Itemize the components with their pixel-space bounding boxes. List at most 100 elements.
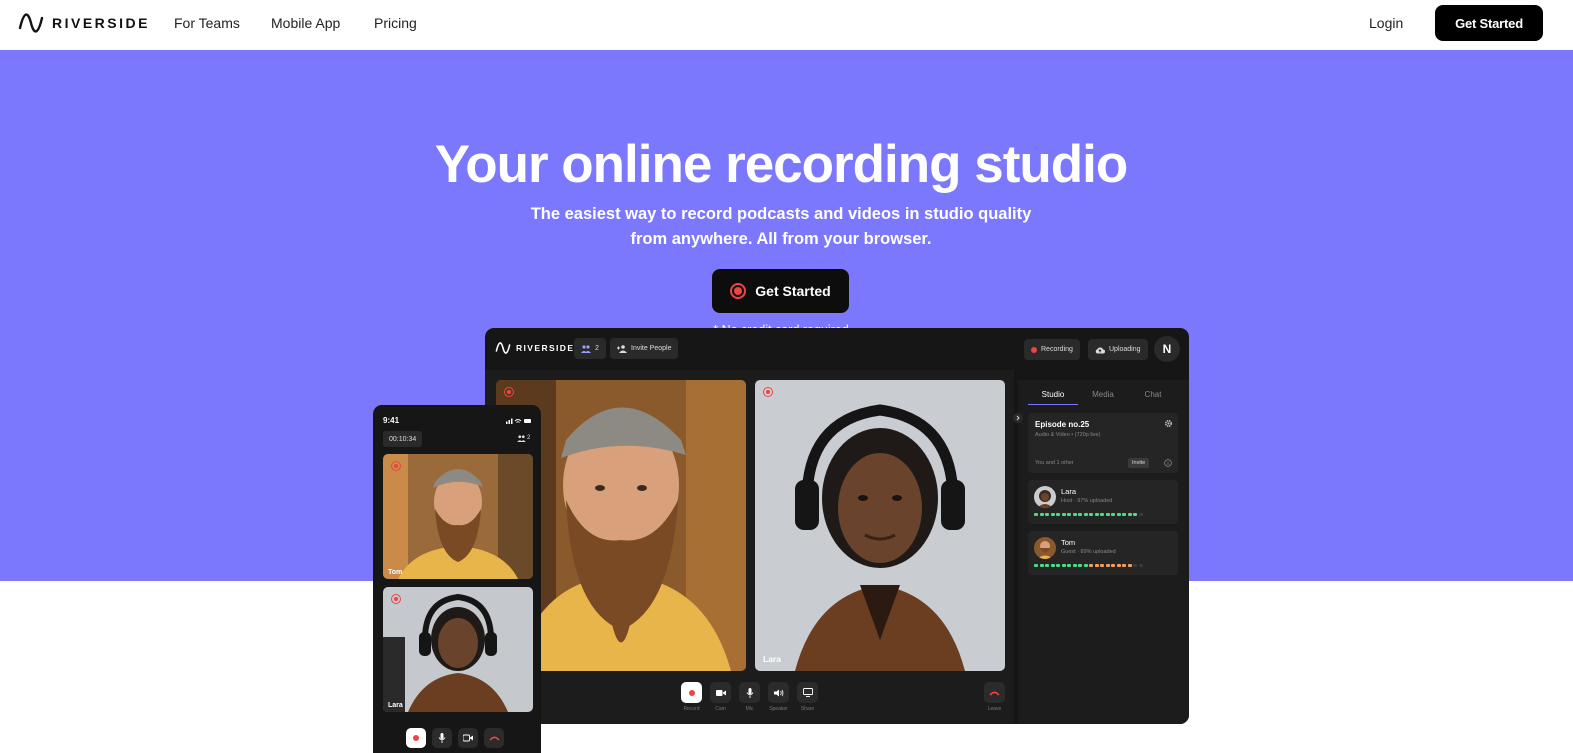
record-icon (688, 689, 695, 696)
participant-card-tom: Tom Guest · 89% uploaded (1028, 531, 1178, 575)
participants-count: 2 (527, 435, 531, 441)
gear-icon[interactable] (1164, 419, 1173, 428)
add-person-icon (617, 344, 627, 353)
phone-video-tile-tom: Tom (383, 454, 533, 579)
participant-status: Guest · 89% uploaded (1061, 549, 1116, 555)
invite-people-label: Invite People (631, 345, 672, 352)
tom-video-image (383, 454, 533, 579)
phone-controls (406, 728, 504, 748)
collapse-panel-icon[interactable] (1013, 413, 1023, 423)
control-label: Mic (745, 706, 754, 712)
recording-timer: 00:10:34 (383, 431, 423, 447)
mobile-app-preview: 9:41 00:10:34 2 Tom Lara (373, 405, 541, 753)
progress-segment (1083, 564, 1088, 567)
phone-record-button[interactable] (406, 728, 426, 748)
tab-studio[interactable]: Studio (1028, 390, 1078, 405)
login-link[interactable]: Login (1369, 15, 1403, 31)
cloud-upload-icon (1095, 347, 1105, 353)
progress-segment (1061, 564, 1066, 567)
episode-title: Episode no.25 (1035, 420, 1090, 429)
camera-icon (463, 734, 473, 742)
progress-segment (1067, 513, 1071, 516)
phone-hang-up-button[interactable] (484, 728, 504, 748)
episode-card: Episode no.25 Audio & Video • (720p live… (1028, 413, 1178, 473)
wave-logo-icon (495, 342, 511, 354)
studio-brand: RIVERSIDE (495, 342, 574, 354)
mic-icon (438, 733, 446, 743)
control-label: Share (800, 706, 815, 712)
status-bar-icons (506, 418, 531, 424)
brand-name: RIVERSIDE (52, 15, 150, 31)
progress-segment (1034, 564, 1038, 567)
panel-tabs: Studio Media Chat (1028, 390, 1178, 405)
progress-segment (1111, 564, 1115, 567)
recording-label: Recording (1041, 346, 1073, 353)
participants-count: 2 (595, 345, 599, 352)
tab-media[interactable]: Media (1078, 390, 1128, 405)
uploading-status-pill: Uploading (1088, 339, 1148, 360)
studio-app-preview: RIVERSIDE 2 Invite People Recording Uplo… (485, 328, 1189, 724)
share-control[interactable]: Share (797, 682, 818, 712)
episode-invite-button[interactable]: Invite (1128, 458, 1150, 468)
progress-segment (1039, 513, 1044, 516)
participant-card-lara: Lara Host · 97% uploaded (1028, 480, 1178, 524)
invite-people-button[interactable]: Invite People (610, 338, 679, 359)
phone-mic-button[interactable] (432, 728, 452, 748)
progress-segment (1105, 513, 1110, 516)
recording-status-pill: Recording (1024, 339, 1080, 360)
upload-progress-bar (1034, 564, 1143, 567)
studio-brand-name: RIVERSIDE (516, 343, 575, 353)
video-stage: Lara (485, 370, 1014, 724)
record-control[interactable]: Record (681, 682, 702, 712)
people-icon (581, 344, 591, 353)
studio-controls: Record Cam Mic Speaker Share (681, 682, 818, 712)
brand-logo[interactable]: RIVERSIDE (18, 13, 150, 33)
user-avatar[interactable]: N (1154, 336, 1180, 362)
progress-segment (1089, 564, 1093, 567)
avatar (1034, 537, 1056, 559)
camera-icon (715, 689, 726, 696)
participants-count-pill[interactable]: 2 (574, 338, 606, 359)
hero-get-started-button[interactable]: Get Started (712, 269, 849, 313)
hero-subtitle-line1: The easiest way to record podcasts and v… (530, 205, 1032, 223)
people-icon (517, 435, 526, 442)
cam-control[interactable]: Cam (710, 682, 731, 712)
lara-video-image (383, 587, 533, 712)
progress-segment (1111, 513, 1115, 516)
nav-link-mobile-app[interactable]: Mobile App (271, 15, 340, 31)
recording-dot-icon (1031, 346, 1037, 353)
speaker-control[interactable]: Speaker (768, 682, 789, 712)
mic-icon (746, 687, 753, 698)
hero-subtitle-line2: from anywhere. All from your browser. (630, 230, 932, 248)
top-nav: RIVERSIDE For Teams Mobile App Pricing L… (0, 0, 1573, 50)
progress-segment (1045, 513, 1049, 516)
progress-segment (1050, 513, 1055, 516)
progress-segment (1127, 513, 1132, 516)
recording-indicator-icon (763, 387, 773, 397)
participant-name: Tom (1061, 538, 1076, 547)
screen-share-icon (802, 688, 813, 697)
progress-segment (1122, 564, 1126, 567)
phone-cam-button[interactable] (458, 728, 478, 748)
progress-segment (1116, 564, 1121, 567)
speaker-icon (773, 689, 783, 696)
video-tile-host: Lara (755, 380, 1005, 671)
leave-control[interactable]: Leave (984, 682, 1005, 712)
progress-segment (1045, 564, 1049, 567)
nav-link-for-teams[interactable]: For Teams (174, 15, 240, 31)
nav-link-pricing[interactable]: Pricing (374, 15, 417, 31)
control-label: Speaker (769, 706, 788, 712)
progress-segment (1105, 564, 1110, 567)
progress-segment (1056, 564, 1060, 567)
progress-segment (1116, 513, 1121, 516)
episode-participants-summary: You and 1 other (1035, 460, 1074, 466)
progress-segment (1083, 513, 1088, 516)
tab-chat[interactable]: Chat (1128, 390, 1178, 405)
mic-control[interactable]: Mic (739, 682, 760, 712)
progress-segment (1056, 513, 1060, 516)
get-started-button[interactable]: Get Started (1435, 5, 1543, 41)
info-icon[interactable] (1164, 459, 1172, 467)
progress-segment (1122, 513, 1126, 516)
control-label: Record (683, 706, 700, 712)
hang-up-icon (489, 736, 499, 741)
